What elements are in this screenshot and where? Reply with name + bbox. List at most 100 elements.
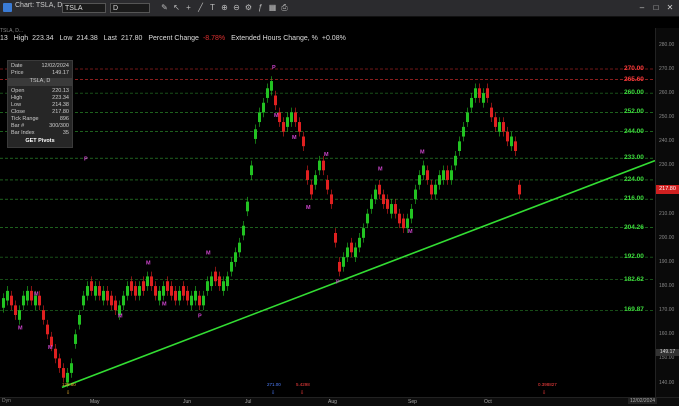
candle-body [290, 112, 293, 123]
candle-body [438, 175, 441, 185]
line-tool-icon[interactable]: ╱ [196, 3, 205, 12]
candle-body [6, 290, 9, 301]
candle-body [330, 194, 333, 205]
candle-body [294, 112, 297, 123]
draw-icon[interactable]: ✎ [160, 3, 169, 12]
info-index-row: Bar Index 35 [11, 130, 69, 137]
candle-body [494, 117, 497, 127]
text-tool-icon[interactable]: T [208, 3, 217, 12]
candle-body [234, 252, 237, 262]
price-tick-label: 280.00 [659, 41, 675, 48]
candle-body [418, 175, 421, 185]
m-marker: M [378, 166, 383, 172]
candle-body [58, 358, 61, 369]
candle-body [250, 165, 253, 176]
cursor-date-chip: 12/02/2024 [628, 398, 658, 404]
interval-input[interactable]: D [110, 3, 150, 13]
candle-body [214, 271, 217, 282]
m-marker: M [408, 229, 413, 235]
candle-body [14, 305, 17, 315]
level-label: 252.00 [624, 108, 644, 116]
get-pivots-button[interactable]: GET Pivots [8, 138, 72, 144]
annotation-label: 138.80 [62, 382, 76, 387]
m-marker: M [274, 113, 279, 119]
window-close-icon[interactable]: ✕ [664, 2, 676, 13]
info-price-label: Price [11, 70, 24, 76]
last-label: Last [103, 35, 117, 42]
month-label: Jul [245, 399, 252, 405]
candle-body [178, 290, 181, 301]
candle-body [338, 261, 341, 272]
candle-body [482, 93, 485, 103]
info-open-value: 220.13 [52, 88, 69, 94]
month-label: May [90, 399, 100, 405]
candle-body [470, 97, 473, 108]
candle-body [230, 261, 233, 272]
annotation-label: 5.4298 [296, 382, 310, 387]
candle-body [486, 88, 489, 98]
candle-body [318, 160, 321, 171]
chart-app-icon [3, 3, 12, 12]
candle-body [166, 281, 169, 291]
ext-label: Extended Hours Change, % [231, 35, 318, 42]
annotation-label: 271.00 [267, 382, 281, 387]
settings-icon[interactable]: ⚙ [244, 3, 253, 12]
info-high-row: High 223.34 [11, 95, 69, 102]
info-price-value: 149.17 [52, 70, 69, 76]
candle-body [90, 281, 93, 291]
price-tick-label: 240.00 [659, 138, 675, 145]
price-tick-label: 260.00 [659, 90, 675, 97]
zoom-in-icon[interactable]: ⊕ [220, 3, 229, 12]
candle-body [414, 189, 417, 200]
candle-body [342, 257, 345, 267]
candle-body [86, 286, 89, 296]
high-label: High [13, 35, 29, 42]
window-title: Chart: TSLA, D [15, 2, 63, 9]
candle-body [146, 276, 149, 287]
crosshair-icon[interactable]: + [184, 3, 193, 12]
grid-icon[interactable]: ▦ [268, 3, 277, 12]
month-label: Oct [484, 399, 492, 405]
level-label: 169.87 [624, 306, 644, 314]
info-bar-label: Bar # [11, 123, 25, 129]
indicator-icon[interactable]: ƒ [256, 3, 265, 12]
candle-body [378, 184, 381, 195]
candle-body [78, 315, 81, 325]
cursor-icon[interactable]: ↖ [172, 3, 181, 12]
print-icon[interactable]: ⎙ [280, 3, 289, 12]
m-marker: M [306, 205, 311, 211]
candle-body [334, 233, 337, 243]
info-index-value: 35 [62, 130, 69, 136]
zoom-out-icon[interactable]: ⊖ [232, 3, 241, 12]
low-label: Low [59, 35, 73, 42]
pivot-marker: P [198, 313, 202, 319]
candle-body [98, 286, 101, 296]
candlestick-chart[interactable]: P M M M M M M P M P M M M M P M M M 138.80 ⇩ 271.00 ⇩ 5.4298 ⇩ 0… [0, 0, 679, 405]
candle-body [42, 310, 45, 320]
candle-body [458, 141, 461, 151]
m-marker: M [420, 149, 425, 155]
level-label: 204.26 [624, 223, 644, 231]
info-price-row: Price 149.17 [11, 70, 69, 77]
candle-body [406, 218, 409, 229]
m-marker: M [324, 152, 329, 158]
window-minimize-icon[interactable]: – [636, 2, 648, 13]
candle-body [270, 81, 273, 91]
price-tick-label: 150.00 [659, 355, 675, 362]
candle-body [130, 281, 133, 291]
m-marker: M [162, 301, 167, 307]
window-maximize-icon[interactable]: □ [650, 2, 662, 13]
price-tick-label: 230.00 [659, 162, 675, 169]
annotation-arrow-icon: ⇩ [542, 390, 546, 396]
candle-body [202, 295, 205, 306]
candle-body [286, 117, 289, 127]
candle-body [426, 170, 429, 180]
info-close-value: 217.80 [52, 109, 69, 115]
dyn-label[interactable]: Dyn [2, 398, 11, 404]
candle-body [170, 286, 173, 296]
candle-body [354, 247, 357, 258]
candle-body [274, 95, 277, 106]
pct-label: Percent Change [148, 35, 199, 42]
symbol-input[interactable]: TSLA [62, 3, 106, 13]
info-close-row: Close 217.80 [11, 109, 69, 116]
